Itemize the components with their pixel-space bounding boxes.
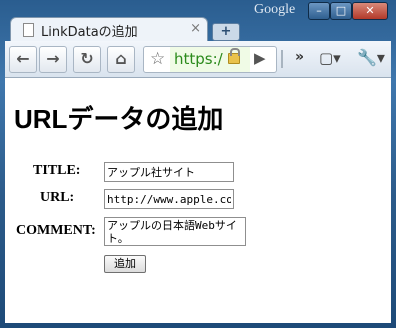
maximize-button[interactable]: □ (330, 2, 352, 20)
browser-window: Google – □ ✕ LinkDataの追加 × + ← → ↻ ⌂ ☆ h… (0, 0, 396, 328)
page-icon (23, 23, 34, 37)
toolbar-separator (281, 50, 283, 68)
overflow-chevron-icon[interactable]: » (295, 49, 304, 65)
comment-textarea[interactable]: アップルの日本語Webサイト。 (104, 217, 246, 246)
close-window-button[interactable]: ✕ (352, 2, 388, 20)
page-menu-icon[interactable]: ▢▾ (319, 49, 341, 67)
new-tab-button[interactable]: + (212, 23, 240, 41)
address-bar[interactable]: ☆ https:/ ▶ (143, 46, 277, 73)
minimize-button[interactable]: – (308, 2, 330, 20)
tab-title: LinkDataの追加 (41, 25, 138, 40)
title-label: TITLE: (33, 163, 81, 178)
browser-tab[interactable]: LinkDataの追加 × (10, 17, 208, 42)
back-button[interactable]: ← (9, 46, 37, 73)
forward-button[interactable]: → (39, 46, 67, 73)
go-icon[interactable]: ▶ (254, 49, 266, 67)
wrench-menu-icon[interactable]: 🔧▾ (357, 48, 385, 67)
title-input[interactable] (104, 162, 234, 182)
bookmark-star-icon[interactable]: ☆ (150, 49, 165, 69)
google-brand-label: Google (254, 2, 296, 17)
tab-close-icon[interactable]: × (190, 21, 201, 36)
url-label: URL: (40, 190, 75, 205)
page-title: URLデータの追加 (14, 104, 224, 134)
url-input[interactable] (104, 189, 234, 209)
page-content: URLデータの追加 TITLE: URL: COMMENT: アップルの日本語W… (5, 78, 391, 323)
lock-icon (228, 48, 240, 64)
reload-button[interactable]: ↻ (73, 46, 101, 73)
home-button[interactable]: ⌂ (107, 46, 135, 73)
browser-toolbar: ← → ↻ ⌂ ☆ https:/ ▶ » ▢▾ 🔧▾ (5, 41, 391, 78)
comment-label: COMMENT: (16, 223, 96, 238)
add-button[interactable]: 追加 (104, 255, 146, 273)
